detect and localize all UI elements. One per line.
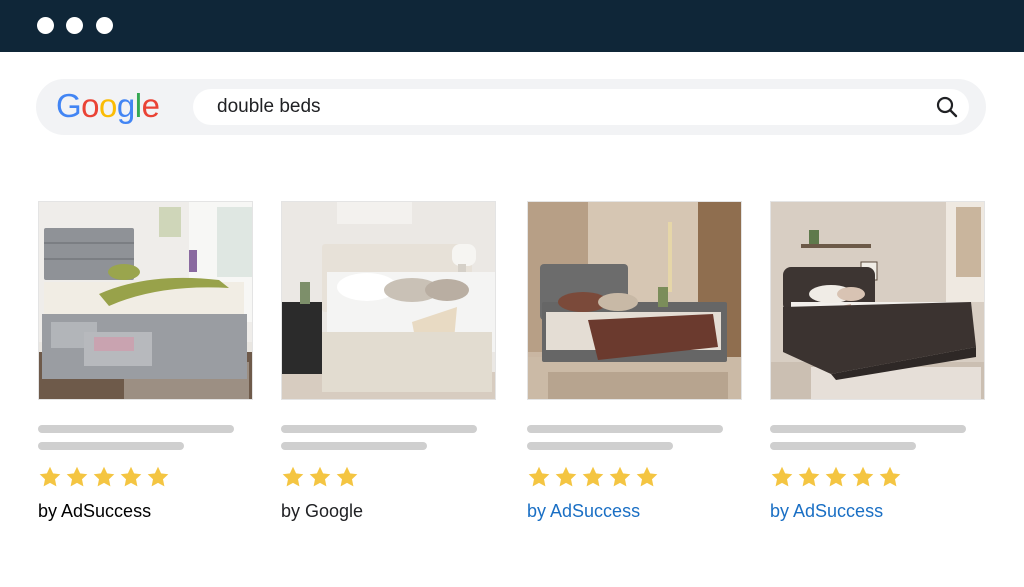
logo-letter: G [56,87,82,124]
search-query[interactable]: double beds [217,96,321,118]
star-icon [38,465,62,489]
search-bar: Google double beds [36,79,986,135]
star-icon [146,465,170,489]
title-placeholder-line [527,425,723,433]
star-icon [635,465,659,489]
star-icon [308,465,332,489]
title-placeholder-line [38,425,234,433]
subtitle-placeholder-line [770,442,916,450]
result-card[interactable]: by AdSuccess [770,201,985,522]
star-icon [770,465,794,489]
subtitle-placeholder-line [38,442,184,450]
star-icon [824,465,848,489]
window-dot-3[interactable] [96,17,113,34]
star-icon [335,465,359,489]
product-image[interactable] [281,201,496,400]
star-rating [527,465,742,491]
product-image[interactable] [527,201,742,400]
seller-label[interactable]: by AdSuccess [38,500,253,522]
title-placeholder-line [281,425,477,433]
star-icon [92,465,116,489]
star-rating [770,465,985,491]
result-card[interactable]: by AdSuccess [38,201,253,522]
google-logo[interactable]: Google [56,87,160,124]
window-dot-1[interactable] [37,17,54,34]
page-content: Google double beds by AdSuccess by Googl… [0,52,1024,587]
window-titlebar [0,0,1024,52]
search-icon[interactable] [935,95,959,119]
star-icon [878,465,902,489]
star-icon [554,465,578,489]
star-icon [119,465,143,489]
logo-letter: l [134,87,142,124]
product-image[interactable] [38,201,253,400]
logo-letter: g [116,87,135,124]
star-icon [527,465,551,489]
star-icon [65,465,89,489]
star-icon [581,465,605,489]
star-icon [281,465,305,489]
subtitle-placeholder-line [281,442,427,450]
star-icon [797,465,821,489]
window-dot-2[interactable] [66,17,83,34]
product-image[interactable] [770,201,985,400]
seller-label[interactable]: by Google [281,500,496,522]
search-input[interactable]: double beds [193,89,969,125]
star-rating [38,465,253,491]
seller-label[interactable]: by AdSuccess [770,500,985,522]
logo-letter: e [141,87,160,124]
logo-letter: o [99,87,117,124]
result-card[interactable]: by AdSuccess [527,201,742,522]
logo-letter: o [81,87,100,124]
star-icon [851,465,875,489]
seller-label[interactable]: by AdSuccess [527,500,742,522]
star-icon [608,465,632,489]
result-card[interactable]: by Google [281,201,496,522]
star-rating [281,465,496,491]
subtitle-placeholder-line [527,442,673,450]
title-placeholder-line [770,425,966,433]
